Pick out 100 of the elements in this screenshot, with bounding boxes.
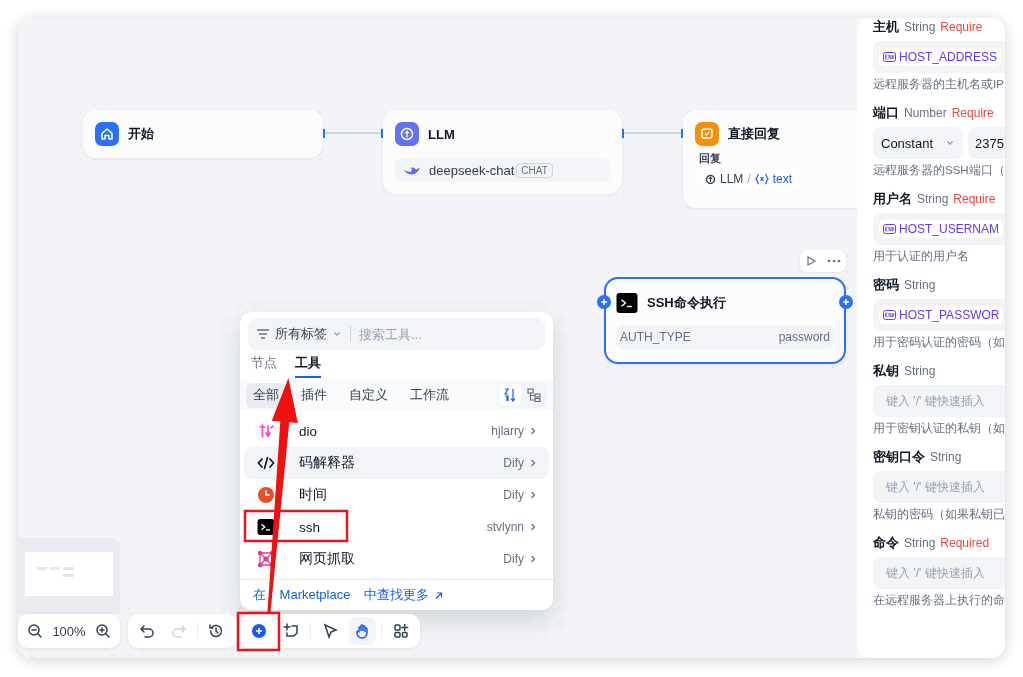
chevron-right-icon <box>529 522 537 532</box>
terminal-icon <box>257 518 275 536</box>
parameter-type: String <box>930 450 962 464</box>
filter-icon <box>256 328 270 340</box>
connection-line <box>624 132 681 134</box>
run-button[interactable] <box>805 255 817 267</box>
node-title: LLM <box>428 126 455 142</box>
parameter-label: 端口 <box>873 104 899 122</box>
workflow-node[interactable]: SSH命令执行 AUTH_TYPE password <box>604 277 846 364</box>
tag-filter[interactable]: 所有标签 <box>256 325 342 343</box>
node-handle[interactable] <box>381 129 383 138</box>
input-mode-select[interactable]: Constant <box>873 127 963 159</box>
highlight-frame <box>236 611 281 652</box>
node-title: 直接回复 <box>728 125 780 143</box>
variable-field[interactable]: HOST_PASSWOR <box>873 299 1005 331</box>
tool-provider: Dify <box>503 456 524 470</box>
note-icon <box>283 623 300 639</box>
minimap-nodes-icon <box>37 566 77 578</box>
hand-icon <box>354 623 371 639</box>
node-handle[interactable] <box>681 129 683 138</box>
node-title: 开始 <box>128 125 154 143</box>
input-field[interactable]: 键入 '/' 键快速插入 <box>873 471 1005 503</box>
zoom-level: 100% <box>52 623 86 639</box>
required-label: Require <box>951 106 994 120</box>
required-label: Require <box>940 20 983 34</box>
env-variable-tag: HOST_ADDRESS <box>879 48 1002 66</box>
env-icon <box>883 52 896 62</box>
variable-field[interactable]: HOST_ADDRESS <box>873 41 1005 73</box>
input-field[interactable]: 键入 '/' 键快速插入 <box>873 557 1005 589</box>
tool-item[interactable]: dio hjlarry <box>244 415 549 447</box>
zoom-out-icon <box>27 623 43 639</box>
parameter-type: String <box>904 536 936 550</box>
sort-button[interactable] <box>499 384 521 406</box>
search-field[interactable]: 所有标签 搜索工具... <box>248 318 545 350</box>
parameter-label: 命令 <box>873 534 899 552</box>
required-label: Required <box>940 536 990 550</box>
variable-field[interactable]: HOST_USERNAM <box>873 213 1005 245</box>
tab[interactable]: 节点 <box>251 350 277 378</box>
workflow-node[interactable]: LLM deepseek-chat CHAT <box>383 110 622 194</box>
parameter-type: Number <box>904 106 947 120</box>
history-icon <box>208 623 224 639</box>
workflow-node[interactable]: 直接回复 回复 LLM / text <box>683 110 857 208</box>
parameter-description: 远程服务器的主机名或IP <box>873 77 1005 92</box>
tool-name: 码解释器 <box>299 454 355 472</box>
node-title: SSH命令执行 <box>647 294 726 312</box>
chat-bubble-icon <box>695 122 719 146</box>
chevron-right-icon <box>529 426 537 436</box>
marketplace-link[interactable]: 在 Marketplace 中查找更多 <box>253 586 444 604</box>
tab[interactable]: 工具 <box>295 350 321 378</box>
env-icon <box>883 310 896 320</box>
category-tab[interactable]: 自定义 <box>342 382 395 408</box>
chevron-right-icon <box>529 490 537 500</box>
grid-icon <box>393 623 410 639</box>
tool-provider: hjlarry <box>491 424 524 438</box>
env-variable-tag: HOST_PASSWOR <box>879 306 1004 324</box>
zoom-in-icon <box>95 623 111 639</box>
variable-name: text <box>772 172 793 186</box>
value-field[interactable]: 2375 <box>968 127 1005 159</box>
category-tab[interactable]: 工作流 <box>403 382 456 408</box>
parameter-label: 主机 <box>873 18 899 36</box>
node-name: LLM <box>720 172 744 186</box>
play-icon <box>805 255 817 267</box>
tool-name: dio <box>299 423 317 439</box>
circle-mark-icon <box>705 173 716 185</box>
add-icon <box>250 623 267 639</box>
tree-icon <box>527 388 541 402</box>
node-handle[interactable] <box>622 129 624 138</box>
parameter-type: String <box>917 192 949 206</box>
connection-line <box>325 132 381 134</box>
parameter-description: 用于密钥认证的私钥（如 <box>873 421 1005 436</box>
hand-mode-button[interactable] <box>348 617 377 645</box>
parameter-type: String <box>904 20 936 34</box>
mode-tag: CHAT <box>516 162 553 178</box>
tool-item[interactable]: 码解释器 Dify <box>244 447 549 479</box>
chevron-right-icon <box>529 554 537 564</box>
category-tab[interactable]: 全部 <box>246 382 286 408</box>
home-icon <box>95 122 119 146</box>
parameter-type: String <box>904 364 936 378</box>
parameter-label: 密码 <box>873 276 899 294</box>
add-node-handle[interactable] <box>597 295 611 309</box>
tool-provider: Dify <box>503 552 524 566</box>
add-node-handle[interactable] <box>839 295 853 309</box>
input-field[interactable]: 键入 '/' 键快速插入 <box>873 385 1005 417</box>
parameter-description: 在远程服务器上执行的命 <box>873 593 1005 608</box>
node-handle[interactable] <box>323 129 325 138</box>
tool-item[interactable]: 时间 Dify <box>244 479 549 511</box>
parameter-type: String <box>904 278 936 292</box>
parameter-description: 用于认证的用户名 <box>873 249 970 264</box>
tool-provider: stvlynn <box>486 520 524 534</box>
category-tab[interactable]: 插件 <box>294 382 334 408</box>
required-label: Require <box>953 192 996 206</box>
workflow-node[interactable]: 开始 <box>83 110 323 158</box>
parameter-label: 用户名 <box>873 190 912 208</box>
tool-name: 时间 <box>299 486 327 504</box>
field-label: 回复 <box>699 152 722 166</box>
parameter-label: 私钥 <box>873 362 899 380</box>
variable-icon <box>754 173 769 185</box>
clock-icon <box>257 486 275 504</box>
model-selector[interactable]: deepseek-chat CHAT <box>395 158 610 182</box>
circle-mark-icon <box>395 122 419 146</box>
